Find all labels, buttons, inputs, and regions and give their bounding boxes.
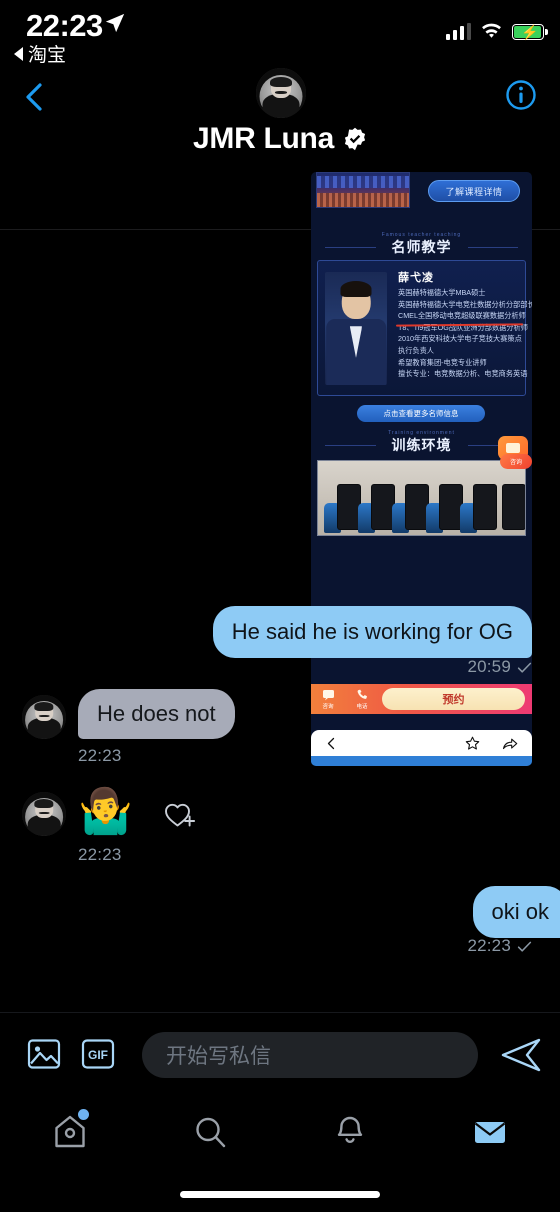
- preview-float-consult-button[interactable]: 咨询: [498, 436, 532, 474]
- message-timestamp: 22:23: [467, 936, 511, 955]
- preview-teacher-card: 薛弋凌 英国赫特福德大学MBA硕士 英国赫特福德大学电竞社数据分析分部部长 CM…: [317, 260, 532, 396]
- credential-line: 英国赫特福德大学电竞社数据分析分部部长: [398, 299, 532, 309]
- message-bubble-outgoing[interactable]: oki ok: [472, 886, 560, 938]
- message-list[interactable]: 了解课程详情 Famous teacher teaching 名师教学 薛弋凌 …: [0, 168, 560, 1010]
- check-icon: [517, 939, 532, 954]
- preview-hero-image: [316, 172, 410, 208]
- location-arrow-icon: [104, 12, 126, 34]
- avatar[interactable]: [256, 68, 306, 118]
- conversation-info-button[interactable]: [500, 74, 542, 116]
- status-bar-time: 22:23: [26, 8, 103, 43]
- back-triangle-icon: [14, 46, 23, 61]
- status-bar: 22:23 淘宝 ⚡: [0, 0, 560, 66]
- search-icon: [196, 1117, 226, 1148]
- preview-consult-button[interactable]: 咨询: [311, 688, 345, 710]
- image-icon[interactable]: [22, 1032, 66, 1076]
- preview-more-teachers-button[interactable]: 点击查看更多名师信息: [357, 405, 485, 422]
- teacher-photo: [325, 272, 387, 385]
- conversation-header: JMR Luna: [0, 62, 560, 230]
- preview-phone-button[interactable]: 电话: [345, 688, 379, 710]
- user-avatar: [22, 695, 66, 739]
- preview-section-2-title: 训练环境: [375, 435, 468, 455]
- message-meta: 20:59: [467, 657, 532, 677]
- home-indicator: [180, 1191, 380, 1198]
- check-icon: [517, 660, 532, 675]
- tab-messages[interactable]: [420, 1096, 560, 1168]
- credential-line: 擅长专业：电竞数据分析、电竞商务英语: [398, 369, 528, 379]
- tab-home[interactable]: [0, 1096, 140, 1168]
- message-input-placeholder: 开始写私信: [166, 1045, 271, 1068]
- send-arrow-icon[interactable]: [498, 1032, 544, 1078]
- header-title-row[interactable]: JMR Luna: [0, 122, 560, 156]
- preview-footer-strip: [311, 756, 532, 766]
- home-badge-dot: [77, 1109, 89, 1120]
- back-button[interactable]: [14, 76, 56, 118]
- page-title: JMR Luna: [193, 122, 334, 155]
- status-bar-indicators: ⚡: [445, 16, 548, 40]
- avatar[interactable]: [22, 792, 66, 836]
- consult-label: 咨询: [322, 704, 334, 710]
- message-timestamp: 22:23: [78, 746, 122, 765]
- dm-conversation-screen: 22:23 淘宝 ⚡ JMR Luna 了解课程详情 Famous teache…: [0, 0, 560, 1212]
- user-avatar: [256, 68, 306, 118]
- message-meta: 22:23: [78, 845, 122, 865]
- message-bubble-outgoing[interactable]: He said he is working for OG: [212, 606, 532, 658]
- bell-icon: [337, 1116, 363, 1143]
- chat-bubble-icon: [322, 688, 335, 701]
- bottom-tab-bar[interactable]: [0, 1096, 560, 1168]
- message-row-incoming-emoji[interactable]: 🤷‍♂️: [22, 788, 199, 836]
- float-consult-label: 咨询: [500, 454, 532, 469]
- preview-browser-nav[interactable]: [311, 730, 532, 756]
- envelope-icon: [474, 1122, 506, 1143]
- tab-notifications[interactable]: [280, 1096, 420, 1168]
- star-icon[interactable]: [465, 736, 480, 751]
- chevron-left-icon[interactable]: [325, 737, 338, 750]
- preview-course-detail-button[interactable]: 了解课程详情: [428, 180, 520, 202]
- message-input-field[interactable]: 开始写私信: [142, 1032, 478, 1078]
- preview-section-famous-teacher: Famous teacher teaching 名师教学: [311, 230, 532, 264]
- message-emoji[interactable]: 🤷‍♂️: [78, 788, 133, 836]
- verified-badge-icon: [343, 127, 367, 151]
- battery-charging-icon: ⚡: [512, 24, 548, 40]
- tab-search[interactable]: [140, 1096, 280, 1168]
- phone-label: 电话: [356, 704, 368, 710]
- message-meta: 22:23: [78, 746, 122, 766]
- cellular-signal-icon: [445, 23, 471, 40]
- message-timestamp: 20:59: [467, 657, 511, 676]
- preview-cta-bar[interactable]: 咨询 电话 预约: [311, 684, 532, 714]
- message-row-incoming[interactable]: He does not: [22, 689, 235, 739]
- credential-line: 执行负责人: [398, 345, 434, 355]
- credential-line: 英国赫特福德大学MBA硕士: [398, 288, 486, 297]
- wifi-icon: [480, 23, 503, 40]
- preview-reserve-button[interactable]: 预约: [382, 688, 525, 710]
- training-room-photo: [317, 460, 526, 536]
- credential-line: CMEL全国移动电竞超级联赛数据分析师: [398, 311, 526, 321]
- phone-icon: [356, 688, 369, 701]
- composer-divider: [0, 1012, 560, 1013]
- avatar[interactable]: [22, 695, 66, 739]
- teacher-credentials: 英国赫特福德大学MBA硕士 英国赫特福德大学电竞社数据分析分部部长 CMEL全国…: [398, 287, 532, 380]
- share-arrow-icon[interactable]: [502, 736, 518, 751]
- teacher-name: 薛弋凌: [398, 272, 434, 284]
- credential-line: 2010年西安科技大学电子竞技大赛策点: [398, 334, 522, 344]
- message-row-outgoing[interactable]: He said he is working for OG: [212, 606, 532, 658]
- gif-icon[interactable]: GIF: [76, 1032, 120, 1076]
- heart-plus-icon[interactable]: [161, 795, 199, 833]
- message-composer: GIF 开始写私信: [0, 1012, 560, 1096]
- credential-line: 希望教育集团-电竞专业讲师: [398, 357, 487, 367]
- preview-section-1-title: 名师教学: [375, 237, 468, 257]
- message-timestamp: 22:23: [78, 845, 122, 864]
- user-avatar: [22, 792, 66, 836]
- message-meta: 22:23: [467, 936, 532, 956]
- svg-text:GIF: GIF: [88, 1048, 108, 1062]
- message-row-outgoing[interactable]: oki ok: [472, 886, 560, 938]
- message-bubble-incoming[interactable]: He does not: [78, 689, 235, 739]
